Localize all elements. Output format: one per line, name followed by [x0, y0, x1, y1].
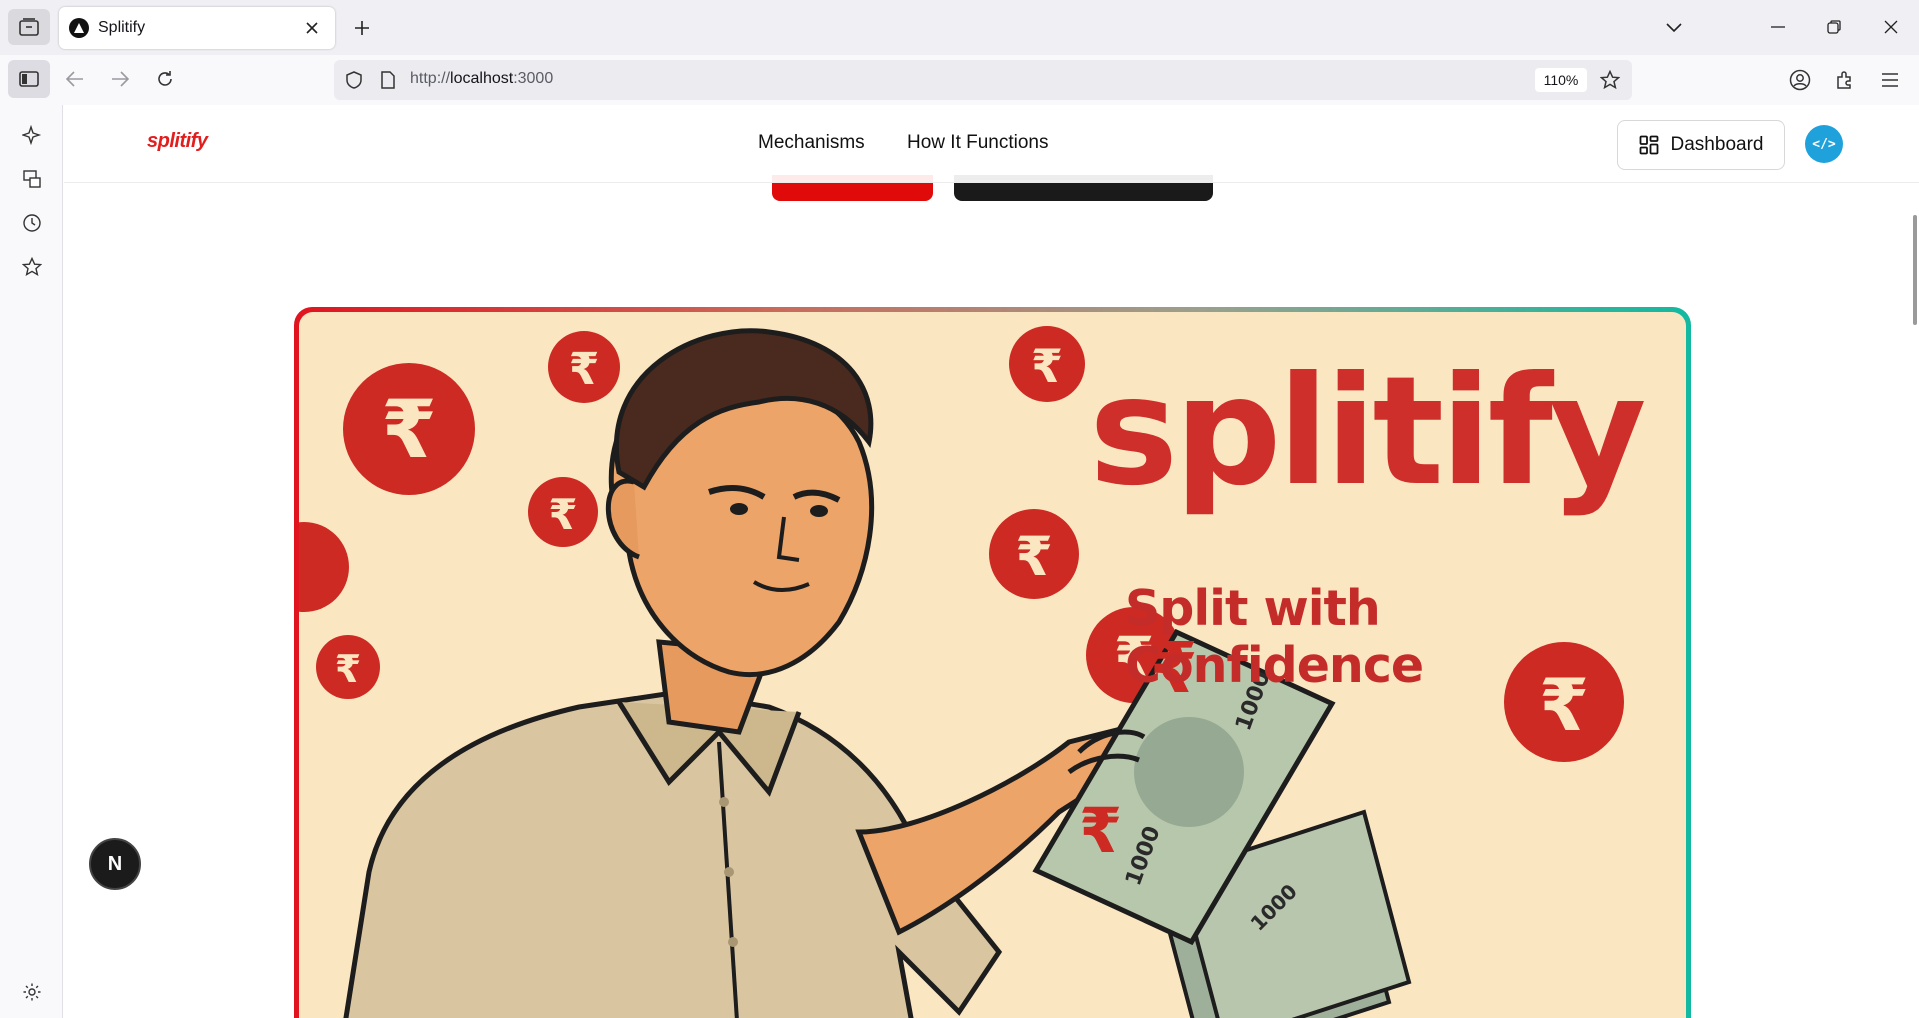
coin-symbol: ₹ — [381, 383, 437, 476]
browser-toolbar: http://localhost:3000 110% — [0, 55, 1919, 105]
minimize-icon — [1771, 26, 1785, 28]
history-button[interactable] — [16, 207, 48, 239]
sidebar-icon — [19, 71, 39, 87]
puzzle-piece-icon — [1837, 71, 1851, 89]
ai-chatbot-button[interactable] — [16, 119, 48, 151]
bookmarks-button[interactable] — [16, 251, 48, 283]
sparkle-icon — [22, 125, 42, 145]
user-avatar[interactable]: </> — [1805, 125, 1843, 163]
list-all-tabs-button[interactable] — [1660, 14, 1688, 42]
hero-image-frame: ₹ ₹ ₹ ₹ ₹ ₹ ₹ ₹ ₹ ₹ 1000 1000 1000 split… — [294, 307, 1691, 1018]
chevron-down-icon — [1666, 23, 1682, 33]
close-tab-icon[interactable] — [301, 17, 323, 39]
site-logo[interactable]: splitify — [147, 130, 208, 153]
url-scheme: http:// — [410, 70, 451, 87]
dashboard-grid-icon — [1639, 135, 1658, 155]
gear-icon — [23, 983, 41, 1001]
coin-symbol: ₹ — [1031, 339, 1063, 393]
sidebar-settings-button[interactable] — [16, 976, 48, 1008]
page-info-icon[interactable] — [376, 68, 400, 92]
close-window-button[interactable] — [1871, 10, 1911, 44]
tab-overview-button[interactable] — [8, 9, 50, 45]
url-text[interactable]: http://localhost:3000 — [410, 70, 553, 88]
address-bar[interactable]: http://localhost:3000 110% — [334, 60, 1632, 100]
new-tab-button[interactable] — [348, 14, 376, 42]
extensions-button[interactable] — [1828, 63, 1862, 97]
tab-overview-icon — [19, 18, 39, 36]
close-icon — [1884, 20, 1898, 34]
arrow-left-icon — [66, 71, 83, 87]
nav-link-how-it-functions[interactable]: How It Functions — [907, 132, 1049, 154]
hamburger-menu-icon — [1882, 73, 1898, 87]
coin-symbol: ₹ — [569, 344, 600, 395]
note-rupee-symbol: ₹ — [1079, 794, 1122, 867]
browser-tab-bar: Splitify — [0, 0, 1919, 55]
coin-symbol: ₹ — [1015, 525, 1053, 588]
coin-symbol: ₹ — [335, 647, 361, 691]
hero-title: splitify — [1089, 345, 1647, 519]
bookmark-star-icon[interactable] — [1597, 67, 1623, 93]
browser-tab[interactable]: Splitify — [59, 7, 335, 49]
dashboard-button-label: Dashboard — [1670, 134, 1764, 155]
star-icon — [22, 257, 42, 277]
reload-button[interactable] — [148, 62, 182, 96]
nextjs-favicon-icon — [69, 18, 89, 38]
restore-icon — [1827, 20, 1841, 34]
synced-tabs-button[interactable] — [16, 163, 48, 195]
dashboard-button[interactable]: Dashboard — [1617, 120, 1785, 170]
nav-link-mechanisms[interactable]: Mechanisms — [758, 132, 865, 154]
hero-tagline: Split with Confidence — [1125, 580, 1424, 694]
url-host: localhost — [450, 70, 514, 87]
devices-icon — [23, 170, 41, 188]
app-menu-button[interactable] — [1873, 63, 1907, 97]
arrow-right-icon — [112, 71, 129, 87]
nextjs-dev-tools-button[interactable]: N — [89, 838, 141, 890]
coin-symbol: ₹ — [548, 490, 577, 539]
hero-illustration: ₹ ₹ ₹ ₹ ₹ ₹ ₹ ₹ ₹ ₹ 1000 1000 1000 split… — [299, 312, 1686, 1018]
tab-title: Splitify — [98, 19, 146, 36]
reload-icon — [158, 71, 172, 86]
web-page: splitify Mechanisms How It Functions Das… — [64, 105, 1919, 1018]
back-button[interactable] — [58, 62, 92, 96]
account-button[interactable] — [1783, 63, 1817, 97]
forward-button[interactable] — [103, 62, 137, 96]
restore-button[interactable] — [1814, 10, 1854, 44]
page-scrollbar[interactable] — [1913, 215, 1917, 325]
sidebar-toggle-button[interactable] — [8, 60, 50, 98]
clock-icon — [23, 214, 41, 232]
browser-sidebar — [0, 105, 63, 1018]
url-port: :3000 — [513, 70, 554, 87]
tracking-protection-shield-icon[interactable] — [342, 68, 366, 92]
account-icon — [1789, 69, 1811, 91]
plus-icon — [355, 21, 369, 35]
site-header: splitify Mechanisms How It Functions Das… — [64, 105, 1919, 183]
minimize-button[interactable] — [1758, 10, 1798, 44]
zoom-level-badge[interactable]: 110% — [1535, 68, 1587, 92]
